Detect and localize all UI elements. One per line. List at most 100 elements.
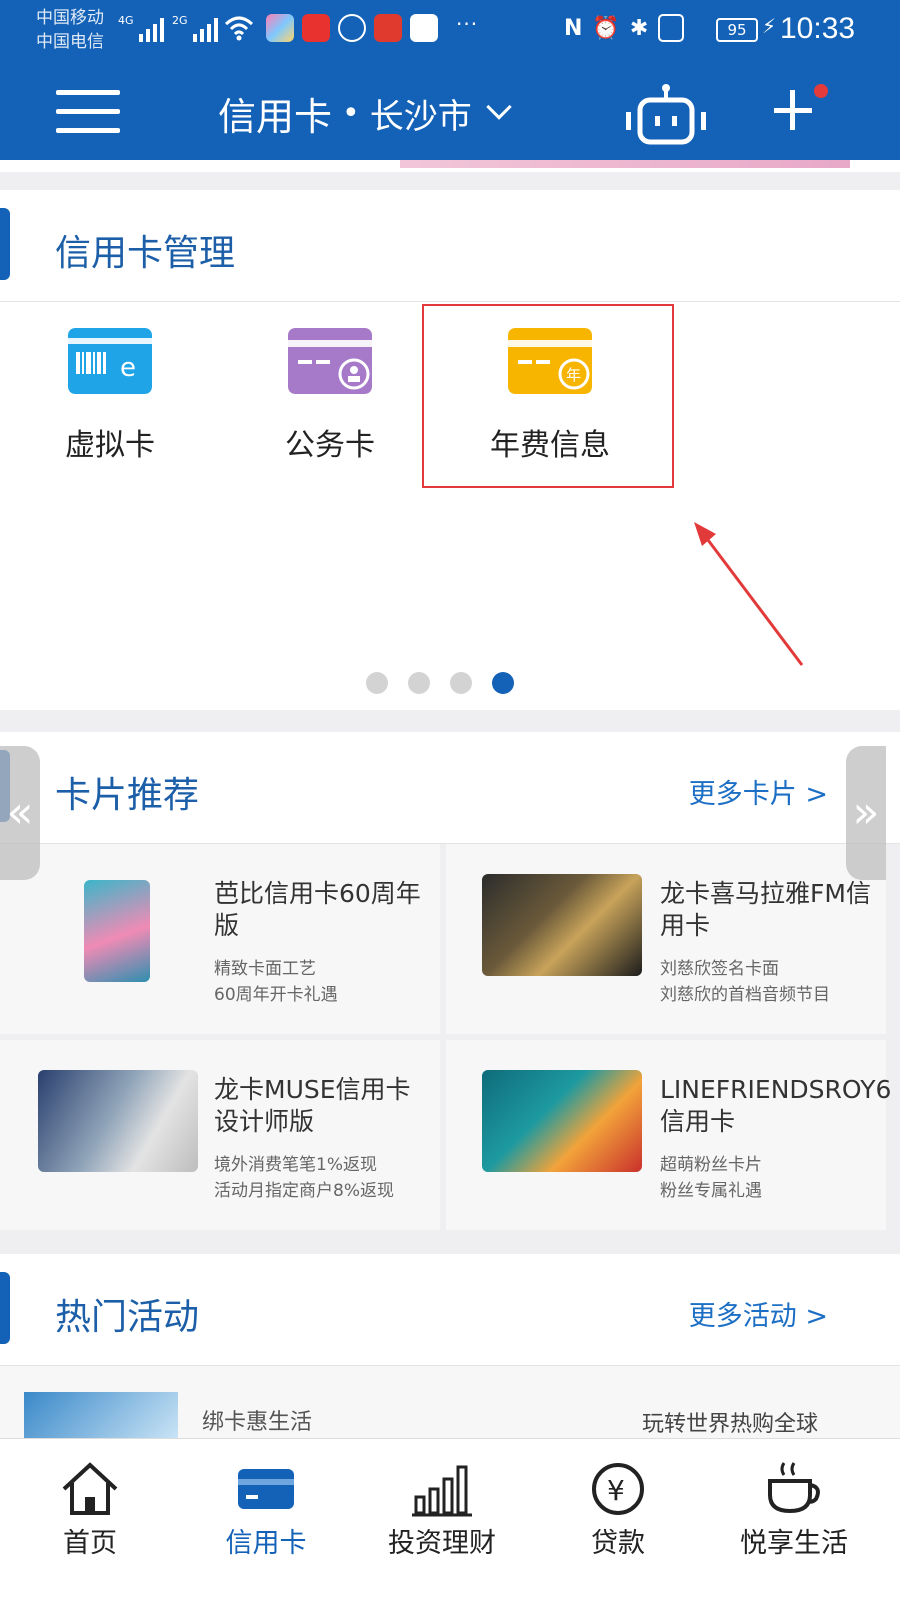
section-header: 热门活动 更多活动 > bbox=[0, 1254, 900, 1366]
card-desc-1: 境外消费笔笔1%返现 bbox=[214, 1155, 377, 1175]
section-title: 热门活动 bbox=[55, 1297, 200, 1338]
section-header: 卡片推荐 更多卡片 > bbox=[0, 732, 900, 844]
svg-text:e: e bbox=[120, 353, 136, 383]
tab-investment[interactable]: 投资理财 bbox=[352, 1439, 532, 1600]
card-desc-2: 活动月指定商户8%返现 bbox=[214, 1181, 394, 1201]
tab-lifestyle[interactable]: 悦享生活 bbox=[704, 1439, 884, 1600]
tab-label: 信用卡 bbox=[225, 1528, 307, 1559]
signal-1-icon: 4G bbox=[118, 14, 164, 42]
shield-app-icon bbox=[338, 14, 366, 42]
tab-credit-card[interactable]: 信用卡 bbox=[176, 1439, 356, 1600]
bottom-tab-bar: 首页 信用卡 投资理财 ¥ 贷款 悦享生活 bbox=[0, 1438, 900, 1600]
vibrate-icon bbox=[658, 14, 685, 42]
clock: 10:33 bbox=[780, 12, 856, 45]
card-desc-1: 超萌粉丝卡片 bbox=[660, 1155, 762, 1175]
tab-loan[interactable]: ¥ 贷款 bbox=[528, 1439, 708, 1600]
gallery-app-icon bbox=[266, 14, 294, 42]
svg-text:¥: ¥ bbox=[607, 1474, 625, 1507]
section-marker bbox=[0, 208, 10, 280]
card-grid: 芭比信用卡60周年版 精致卡面工艺 60周年开卡礼遇 龙卡喜马拉雅FM信用卡 刘… bbox=[0, 844, 900, 1234]
card-desc-2: 60周年开卡礼遇 bbox=[214, 985, 338, 1005]
page-indicator bbox=[366, 672, 514, 694]
card-desc-2: 刘慈欣的首档音频节目 bbox=[660, 985, 830, 1005]
annotation-arrow-icon bbox=[694, 522, 804, 666]
section-title: 卡片推荐 bbox=[55, 775, 200, 816]
menu-button[interactable] bbox=[56, 90, 120, 134]
card-desc-2: 粉丝专属礼遇 bbox=[660, 1181, 762, 1201]
card-desc-1: 刘慈欣签名卡面 bbox=[660, 959, 779, 979]
pager-dot[interactable] bbox=[366, 672, 388, 694]
tab-label: 悦享生活 bbox=[740, 1528, 848, 1559]
more-activities-link[interactable]: 更多活动 > bbox=[689, 1294, 828, 1333]
notification-app-icons bbox=[266, 14, 438, 42]
business-card-icon bbox=[288, 328, 372, 394]
card-thumbnail bbox=[84, 880, 150, 982]
scroll-right-icon[interactable]: » bbox=[846, 746, 886, 880]
yen-coin-icon: ¥ bbox=[592, 1463, 644, 1515]
notification-dot bbox=[814, 84, 828, 98]
card-item[interactable]: 龙卡MUSE信用卡设计师版 境外消费笔笔1%返现 活动月指定商户8%返现 bbox=[0, 1040, 440, 1230]
signal-1-tag: 4G bbox=[118, 14, 134, 27]
pager-dot[interactable] bbox=[408, 672, 430, 694]
pager-dot-active[interactable] bbox=[492, 672, 514, 694]
more-notifications-icon: ··· bbox=[456, 12, 479, 36]
pager-dot[interactable] bbox=[450, 672, 472, 694]
card-thumbnail bbox=[482, 874, 642, 976]
scroll-left-icon[interactable]: « bbox=[0, 746, 40, 880]
section-header: 信用卡管理 bbox=[0, 190, 900, 302]
charging-icon: ⚡ bbox=[762, 14, 777, 38]
tab-label: 投资理财 bbox=[388, 1528, 496, 1559]
title-separator: • bbox=[342, 96, 360, 131]
more-cards-link[interactable]: 更多卡片 > bbox=[689, 772, 828, 811]
section-marker bbox=[0, 1272, 10, 1344]
business-card-item[interactable]: 公务卡 bbox=[250, 328, 410, 464]
card-thumbnail bbox=[482, 1070, 642, 1172]
virtual-card-item[interactable]: e 虚拟卡 bbox=[30, 328, 190, 464]
thumb-app-icon bbox=[374, 14, 402, 42]
carrier-names: 中国移动 中国电信 bbox=[36, 6, 104, 54]
card-recommend-section: 卡片推荐 更多卡片 > 芭比信用卡60周年版 精致卡面工艺 60周年开卡礼遇 龙… bbox=[0, 732, 900, 1234]
virtual-card-label: 虚拟卡 bbox=[65, 428, 155, 463]
system-icons: N ⏰ ✱ bbox=[564, 14, 685, 42]
carrier-1: 中国移动 bbox=[36, 8, 104, 28]
app-header: 信用卡 • 长沙市 bbox=[0, 70, 900, 160]
robot-assistant-icon[interactable] bbox=[620, 82, 712, 148]
card-name: 龙卡喜马拉雅FM信用卡 bbox=[660, 879, 871, 940]
battery-icon: 95 bbox=[716, 18, 758, 42]
map-app-icon bbox=[410, 14, 438, 42]
signal-2-icon: 2G bbox=[172, 14, 218, 42]
card-desc-1: 精致卡面工艺 bbox=[214, 959, 316, 979]
credit-card-icon bbox=[238, 1469, 294, 1509]
bar-chart-icon bbox=[412, 1465, 472, 1517]
nfc-icon: N bbox=[564, 15, 583, 41]
banner-edge bbox=[0, 160, 900, 172]
top-bar: 中国移动 中国电信 4G 2G ··· N ⏰ ✱ 95 ⚡ 10:33 信用卡… bbox=[0, 0, 900, 165]
coffee-cup-icon bbox=[768, 1462, 820, 1514]
activity-title-1[interactable]: 绑卡惠生活 bbox=[202, 1404, 312, 1436]
home-icon bbox=[62, 1462, 118, 1515]
business-card-label: 公务卡 bbox=[285, 428, 375, 463]
activity-title-2[interactable]: 玩转世界热购全球 bbox=[642, 1406, 818, 1438]
tab-label: 贷款 bbox=[591, 1528, 645, 1559]
wifi-icon bbox=[224, 16, 254, 41]
bank-app-icon bbox=[302, 14, 330, 42]
page-title: 信用卡 bbox=[218, 95, 333, 139]
tab-home[interactable]: 首页 bbox=[0, 1439, 180, 1600]
highlight-box bbox=[422, 304, 674, 488]
section-title: 信用卡管理 bbox=[55, 233, 236, 274]
virtual-card-icon: e bbox=[68, 328, 152, 394]
city-name: 长沙市 bbox=[369, 97, 472, 137]
alarm-icon: ⏰ bbox=[592, 15, 620, 41]
city-selector[interactable]: 信用卡 • 长沙市 bbox=[218, 86, 512, 141]
hot-activities-section: 热门活动 更多活动 > 绑卡惠生活 玩转世界热购全球 bbox=[0, 1254, 900, 1446]
card-name: LINEFRIENDSROY6信用卡 bbox=[660, 1075, 892, 1136]
activity-list: 绑卡惠生活 玩转世界热购全球 bbox=[0, 1366, 900, 1446]
card-item[interactable]: LINEFRIENDSROY6信用卡 超萌粉丝卡片 粉丝专属礼遇 bbox=[446, 1040, 892, 1230]
card-name: 芭比信用卡60周年版 bbox=[214, 879, 421, 940]
card-name: 龙卡MUSE信用卡设计师版 bbox=[214, 1075, 411, 1136]
card-item[interactable]: 芭比信用卡60周年版 精致卡面工艺 60周年开卡礼遇 bbox=[0, 844, 440, 1034]
bluetooth-icon: ✱ bbox=[629, 15, 649, 41]
add-button[interactable] bbox=[774, 84, 830, 140]
card-item[interactable]: 龙卡喜马拉雅FM信用卡 刘慈欣签名卡面 刘慈欣的首档音频节目 bbox=[446, 844, 886, 1034]
tab-label: 首页 bbox=[63, 1528, 117, 1559]
